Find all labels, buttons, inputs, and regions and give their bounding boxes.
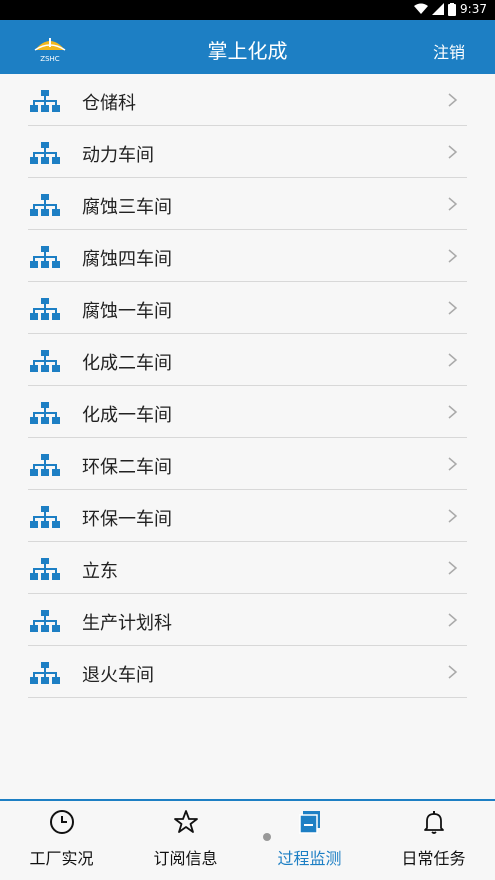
bell-icon (423, 811, 444, 834)
status-icons: 9:37 (414, 2, 487, 16)
tab-factory-status[interactable]: 工厂实况 (0, 801, 123, 880)
tab-label: 过程监测 (277, 849, 342, 868)
tab-subscriptions[interactable]: 订阅信息 (124, 801, 247, 880)
org-structure-icon (30, 90, 60, 112)
chevron-right-icon (448, 301, 458, 315)
org-structure-icon (30, 402, 60, 424)
chevron-right-icon (448, 353, 458, 367)
status-bar: 9:37 (0, 0, 495, 20)
list-item-label: 化成一车间 (82, 405, 172, 426)
list-item-label: 退火车间 (82, 665, 154, 686)
chevron-right-icon (448, 457, 458, 471)
chevron-right-icon (448, 665, 458, 679)
chevron-right-icon (448, 561, 458, 575)
chevron-right-icon (448, 93, 458, 107)
page-title: 掌上化成 (207, 39, 288, 63)
org-structure-icon (30, 298, 60, 320)
list-item[interactable]: 化成一车间 (0, 386, 495, 438)
clock-icon (49, 810, 74, 834)
signal-icon (432, 3, 445, 15)
department-list: 仓储科动力车间腐蚀三车间腐蚀四车间腐蚀一车间化成二车间化成一车间环保二车间环保一… (0, 74, 495, 698)
list-item[interactable]: 退火车间 (0, 646, 495, 698)
list-item-label: 环保一车间 (82, 509, 172, 530)
list-item[interactable]: 立东 (0, 542, 495, 594)
chevron-right-icon (448, 613, 458, 627)
org-structure-icon (30, 246, 60, 268)
chevron-right-icon (448, 405, 458, 419)
wifi-icon (414, 3, 429, 14)
app-bar: ZSHC 掌上化成 注销 (0, 20, 495, 74)
tab-label: 日常任务 (401, 849, 466, 868)
org-structure-icon (30, 350, 60, 372)
list-item[interactable]: 环保一车间 (0, 490, 495, 542)
divider (28, 697, 467, 698)
list-item[interactable]: 生产计划科 (0, 594, 495, 646)
list-item-label: 腐蚀三车间 (82, 197, 172, 218)
list-item-label: 仓储科 (82, 93, 136, 114)
bottom-tab-bar: 工厂实况 订阅信息 过程监测 日常任务 (0, 799, 495, 880)
star-icon (173, 810, 198, 833)
list-item-label: 腐蚀一车间 (82, 301, 172, 322)
list-item[interactable]: 腐蚀四车间 (0, 230, 495, 282)
list-item-label: 化成二车间 (82, 353, 172, 374)
org-structure-icon (30, 662, 60, 684)
list-item[interactable]: 腐蚀三车间 (0, 178, 495, 230)
status-time: 9:37 (460, 2, 487, 16)
list-item-label: 环保二车间 (82, 457, 172, 478)
chevron-right-icon (448, 145, 458, 159)
list-item[interactable]: 环保二车间 (0, 438, 495, 490)
tab-daily-tasks[interactable]: 日常任务 (372, 801, 495, 880)
logout-button[interactable]: 注销 (433, 39, 465, 63)
chevron-right-icon (448, 249, 458, 263)
org-structure-icon (30, 506, 60, 528)
battery-icon (448, 2, 457, 16)
list-item[interactable]: 腐蚀一车间 (0, 282, 495, 334)
list-item[interactable]: 动力车间 (0, 126, 495, 178)
org-structure-icon (30, 610, 60, 632)
document-stack-icon (298, 811, 320, 834)
org-structure-icon (30, 194, 60, 216)
list-item-label: 动力车间 (82, 145, 154, 166)
chevron-right-icon (448, 197, 458, 211)
list-item-label: 立东 (82, 561, 118, 582)
list-item[interactable]: 化成二车间 (0, 334, 495, 386)
org-structure-icon (30, 142, 60, 164)
list-item[interactable]: 仓储科 (0, 74, 495, 126)
tab-label: 订阅信息 (153, 849, 218, 868)
list-item-label: 腐蚀四车间 (82, 249, 172, 270)
chevron-right-icon (448, 509, 458, 523)
tab-process-monitoring[interactable]: 过程监测 (248, 801, 371, 880)
tab-label: 工厂实况 (29, 849, 94, 868)
org-structure-icon (30, 558, 60, 580)
list-item-label: 生产计划科 (82, 613, 172, 634)
org-structure-icon (30, 454, 60, 476)
